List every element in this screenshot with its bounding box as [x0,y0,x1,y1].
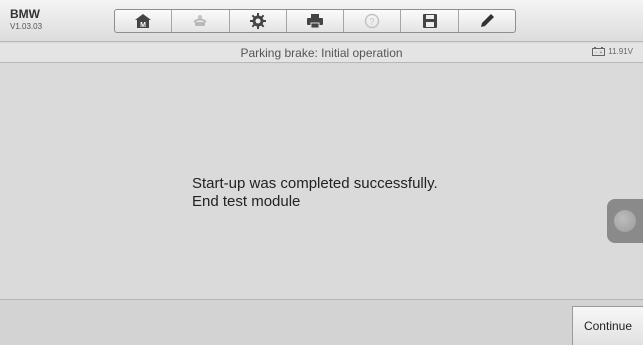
vehicle-swap-icon [193,15,208,26]
svg-text:M: M [140,22,146,29]
home-button[interactable]: M [115,10,173,32]
print-button[interactable] [287,10,345,32]
home-icon: M [135,14,152,29]
page-title: Parking brake: Initial operation [240,46,403,60]
side-handle-knob-icon [614,210,636,232]
floating-side-handle[interactable] [607,199,643,243]
vehicle-make: BMW [10,7,40,21]
content-area: Start-up was completed successfully. End… [0,64,643,299]
software-version: V1.03.03 [10,22,43,31]
save-icon [422,14,437,28]
edit-button[interactable] [459,10,515,32]
title-bar: Parking brake: Initial operation - + 11.… [0,43,643,63]
bottom-bar: Continue [0,299,643,345]
toolbar-button-group: M ? [114,9,516,33]
edit-pen-icon [480,14,494,27]
message-line-1: Start-up was completed successfully. [192,175,438,192]
help-icon: ? [365,13,380,29]
svg-text:+: + [600,50,603,56]
settings-gear-icon [249,13,266,29]
status-message: Start-up was completed successfully. End… [192,175,438,211]
battery-icon: - + [592,47,606,56]
settings-button[interactable] [230,10,287,32]
svg-text:?: ? [370,17,375,27]
message-line-2: End test module [192,193,301,210]
save-button[interactable] [401,10,459,32]
battery-voltage: 11.91V [608,47,633,56]
help-button[interactable]: ? [344,10,402,32]
top-toolbar: BMW V1.03.03 M ? [0,0,643,42]
battery-indicator: - + 11.91V [592,47,633,56]
vehicle-swap-button[interactable] [172,10,230,32]
print-icon [306,14,323,29]
continue-button[interactable]: Continue [572,306,643,345]
app-brand: BMW V1.03.03 [10,8,42,31]
